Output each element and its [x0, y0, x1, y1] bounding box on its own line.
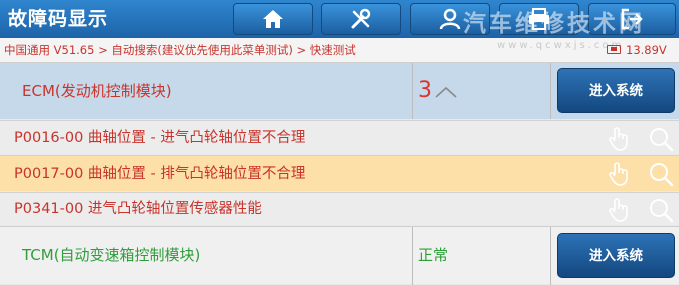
dtc-count: 3 — [418, 78, 432, 103]
chevron-up-icon[interactable] — [434, 85, 458, 99]
module-name: ECM(发动机控制模块) — [22, 82, 172, 100]
home-icon — [263, 10, 283, 28]
dtc-row-highlighted[interactable]: P0017-00 曲轴位置 - 排气凸轮轴位置不合理 — [0, 155, 679, 191]
breadcrumb-path: 中国通用 V51.65 > 自动搜索(建议优先使用此菜单测试) > 快速测试 — [4, 43, 356, 57]
magnifier-icon[interactable] — [648, 197, 674, 223]
hand-pointer-icon[interactable] — [608, 198, 630, 222]
dtc-row[interactable]: P0341-00 进气凸轮轴位置传感器性能 — [0, 192, 679, 225]
enter-system-button[interactable]: 进入系统 — [557, 233, 675, 278]
dtc-row[interactable]: P0016-00 曲轴位置 - 进气凸轮轴位置不合理 — [0, 120, 679, 154]
dtc-text: P0016-00 曲轴位置 - 进气凸轮轴位置不合理 — [14, 130, 306, 146]
battery-icon — [607, 45, 621, 54]
breadcrumb: 中国通用 V51.65 > 自动搜索(建议优先使用此菜单测试) > 快速测试 w… — [0, 38, 679, 63]
watermark-url: www.qcwxjs.com — [497, 40, 625, 51]
hand-pointer-icon[interactable] — [608, 127, 630, 151]
module-row-tcm[interactable]: TCM(自动变速箱控制模块) 正常 进入系统 — [0, 226, 679, 285]
module-status: 正常 — [418, 246, 449, 264]
enter-system-button[interactable]: 进入系统 — [557, 68, 675, 113]
magnifier-icon[interactable] — [648, 126, 674, 152]
column-divider — [412, 227, 413, 285]
tools-icon — [351, 8, 371, 29]
voltage-readout: 13.89V — [626, 43, 667, 57]
column-divider — [550, 227, 551, 285]
column-divider — [412, 63, 413, 119]
home-button[interactable] — [233, 3, 313, 35]
title-bar: 故障码显示 汽车维修技术网 — [0, 0, 679, 38]
dtc-text: P0341-00 进气凸轮轴位置传感器性能 — [14, 201, 262, 217]
tools-button[interactable] — [321, 3, 401, 35]
hand-pointer-icon[interactable] — [608, 162, 630, 186]
module-row-ecm[interactable]: ECM(发动机控制模块) 3 进入系统 — [0, 63, 679, 119]
page-title: 故障码显示 — [8, 8, 109, 30]
user-icon — [439, 8, 461, 30]
column-divider — [550, 63, 551, 119]
dtc-text: P0017-00 曲轴位置 - 排气凸轮轴位置不合理 — [14, 166, 306, 182]
watermark-text: 汽车维修技术网 — [463, 11, 645, 37]
module-name: TCM(自动变速箱控制模块) — [22, 246, 201, 264]
magnifier-icon[interactable] — [648, 161, 674, 187]
